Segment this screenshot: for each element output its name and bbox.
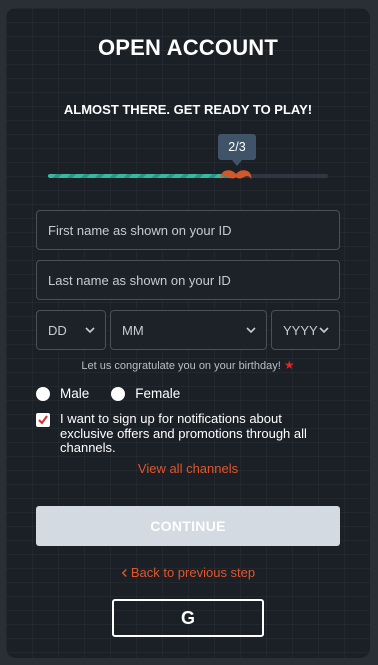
chevron-down-icon: [246, 327, 256, 334]
chevron-down-icon: [85, 327, 95, 334]
continue-button[interactable]: CONTINUE: [36, 506, 340, 546]
google-signin-button[interactable]: G: [112, 599, 264, 637]
birthday-hint-text: Let us congratulate you on your birthday…: [81, 360, 281, 372]
notifications-label: I want to sign up for notifications abou…: [60, 411, 307, 455]
birthday-hint: Let us congratulate you on your birthday…: [6, 358, 370, 372]
chevron-down-icon: [319, 327, 329, 334]
back-link[interactable]: Back to previous step: [6, 565, 370, 580]
radio-female-label: Female: [135, 386, 181, 401]
radio-male[interactable]: [36, 386, 50, 401]
dob-year-value: YYYY: [283, 322, 318, 338]
radio-female[interactable]: [111, 386, 126, 401]
signup-panel: OPEN ACCOUNT ALMOST THERE. GET READY TO …: [6, 8, 370, 658]
step-badge: 2/3: [218, 134, 256, 166]
checkmark-icon: [38, 415, 48, 425]
chevron-left-icon: [121, 569, 127, 577]
google-icon: G: [180, 607, 195, 628]
first-name-placeholder: First name as shown on your ID: [48, 222, 232, 238]
last-name-input[interactable]: Last name as shown on your ID: [36, 260, 340, 300]
mustache-icon: [220, 170, 252, 179]
notifications-checkbox[interactable]: [36, 413, 50, 427]
page-subtitle: ALMOST THERE. GET READY TO PLAY!: [63, 102, 313, 117]
view-all-channels-link[interactable]: View all channels: [6, 461, 370, 476]
dob-day-select[interactable]: DD: [36, 310, 106, 350]
dob-year-select[interactable]: YYYY: [271, 310, 340, 350]
radio-male-label: Male: [60, 386, 90, 401]
dob-day-value: DD: [48, 322, 67, 338]
star-icon: ★: [283, 358, 295, 372]
page-title: OPEN ACCOUNT: [97, 35, 279, 60]
progress-fill: [48, 174, 236, 178]
dob-month-value: MM: [122, 322, 144, 338]
gender-radio-group: Male Female: [36, 386, 180, 401]
last-name-placeholder: Last name as shown on your ID: [48, 272, 231, 288]
dob-month-select[interactable]: MM: [110, 310, 267, 350]
first-name-input[interactable]: First name as shown on your ID: [36, 210, 340, 250]
step-progress: 2/3: [48, 134, 328, 194]
back-link-label: Back to previous step: [130, 565, 256, 580]
